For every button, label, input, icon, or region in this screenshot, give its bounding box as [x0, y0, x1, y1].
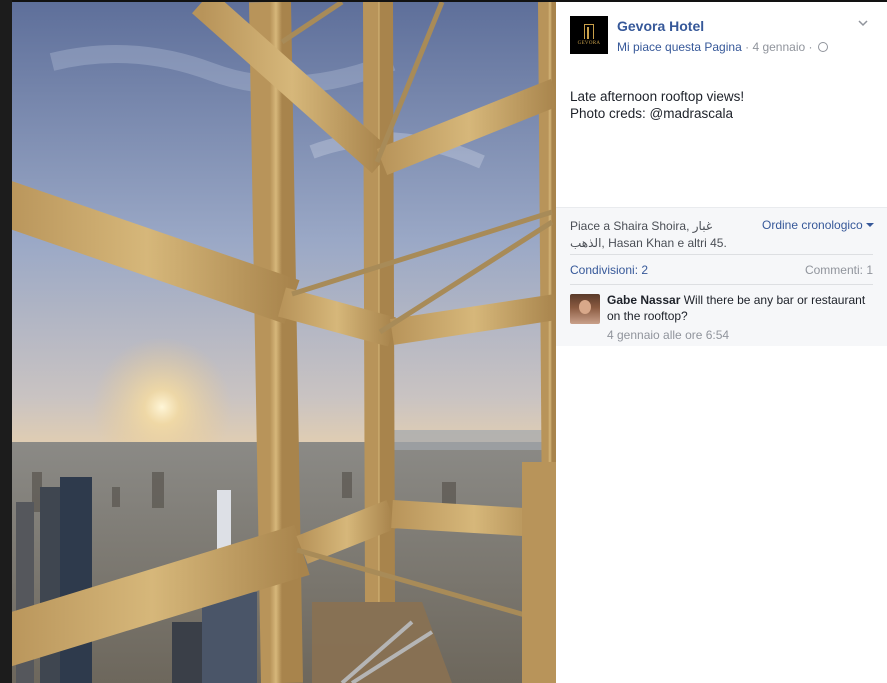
likes-summary[interactable]: Piace a Shaira Shoira, غبار الذهب, Hasan… [570, 218, 750, 252]
background-page-edge [0, 0, 12, 683]
post-message: Late afternoon rooftop views! Photo cred… [570, 88, 744, 122]
avatar[interactable] [570, 294, 600, 324]
divider [570, 254, 873, 255]
divider [570, 284, 873, 285]
comments-count[interactable]: Commenti: 1 [805, 263, 873, 277]
avatar-face [579, 300, 591, 314]
like-page-link[interactable]: Mi piace questa Pagina [617, 40, 742, 54]
post-meta: Mi piace questa Pagina · 4 gennaio · [617, 40, 828, 54]
shares-count[interactable]: Condivisioni: 2 [570, 263, 648, 277]
reactions-section: Piace a Shaira Shoira, غبار الذهب, Hasan… [556, 207, 887, 346]
caret-down-icon [865, 223, 874, 227]
globe-icon [817, 42, 828, 52]
logo-text: GEVORA [577, 41, 601, 46]
page-logo[interactable]: GEVORA [570, 16, 608, 54]
post-photo[interactable] [12, 2, 556, 683]
chevron-down-icon[interactable] [858, 18, 868, 28]
post-header: GEVORA Gevora Hotel Mi piace questa Pagi… [556, 2, 887, 62]
comment: Gabe Nassar Will there be any bar or res… [607, 293, 877, 324]
logo-mark-icon [584, 24, 594, 39]
page-name-link[interactable]: Gevora Hotel [617, 18, 704, 34]
post-side-panel: GEVORA Gevora Hotel Mi piace questa Pagi… [556, 2, 887, 683]
sort-label: Ordine cronologico [762, 218, 863, 232]
meta-separator: · [745, 40, 750, 54]
comment-timestamp[interactable]: 4 gennaio alle ore 6:54 [607, 328, 729, 342]
post-text-line-2: Photo creds: @madrascala [570, 106, 734, 121]
rooftop-photo-illustration [12, 2, 556, 683]
comment-author[interactable]: Gabe Nassar [607, 293, 680, 307]
post-date[interactable]: 4 gennaio [752, 40, 805, 54]
post-text-line-1: Late afternoon rooftop views! [570, 89, 745, 104]
comment-sort-dropdown[interactable]: Ordine cronologico [762, 218, 874, 232]
meta-separator-2: · [808, 40, 813, 54]
